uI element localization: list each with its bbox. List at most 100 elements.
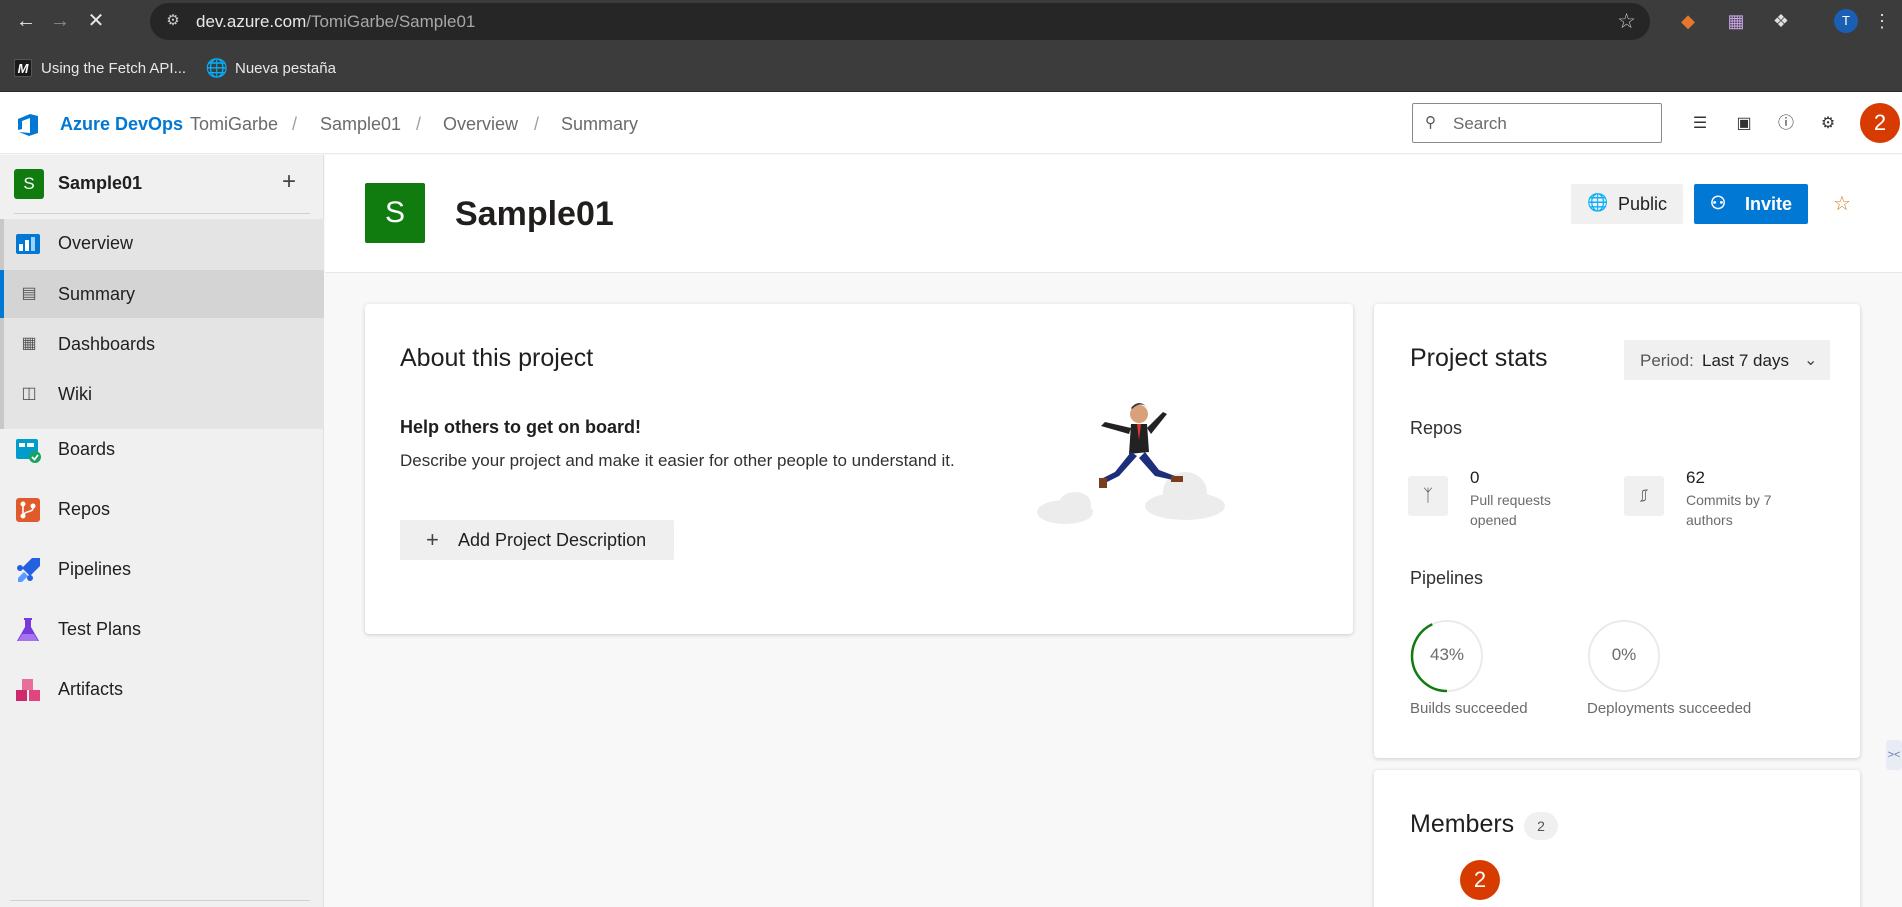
add-description-label: Add Project Description [458,530,647,550]
members-count-badge: 2 [1524,812,1558,840]
stats-title: Project stats [1410,344,1548,372]
user-avatar[interactable]: 2 [1860,103,1900,143]
metamask-extension-icon[interactable]: ◆ [1676,9,1700,33]
bookmark-label: Using the Fetch API... [41,59,187,77]
repos-icon [16,498,40,522]
sidebar-item-overview[interactable]: Overview [0,219,324,267]
boards-icon [16,439,41,463]
project-avatar: S [365,183,425,243]
about-project-card: About this project Help others to get on… [365,304,1353,634]
breadcrumb-project[interactable]: Sample01 [320,114,401,135]
project-avatar: S [14,169,44,199]
sidebar-divider [10,900,310,901]
sidebar-item-dashboards[interactable]: ▦ Dashboards [0,320,324,368]
user-settings-icon[interactable]: ⚙ [1816,112,1840,136]
search-input[interactable]: ⚲ Search [1412,103,1662,143]
address-url[interactable]: dev.azure.com/TomiGarbe/Sample01 [196,12,475,32]
pull-requests-desc: Pull requests opened [1470,492,1551,528]
invite-people-icon: ⚇ [1710,193,1727,213]
bookmark-label: Nueva pestaña [235,59,336,77]
commit-icon: ⎎ [1624,476,1664,516]
browser-toolbar: ← → ✕ ⚙ dev.azure.com/TomiGarbe/Sample01… [0,0,1902,43]
sidebar-item-label: Pipelines [58,559,132,579]
help-icon[interactable]: ⓘ [1774,112,1798,136]
extension-icon[interactable]: ▦ [1724,9,1748,33]
sidebar-item-pipelines[interactable]: Pipelines [0,545,324,593]
period-value: Last 7 days [1702,351,1789,370]
breadcrumb-organization[interactable]: TomiGarbe [190,114,278,135]
sidebar: S Sample01 + Overview ▤ Summary ▦ Dashbo… [0,155,324,907]
public-label: Public [1618,194,1668,214]
back-arrow-icon[interactable]: ← [14,9,38,33]
search-placeholder: Search [1453,114,1507,133]
sidebar-project-name[interactable]: Sample01 [58,173,142,194]
members-title: Members [1410,810,1515,838]
sidebar-item-repos[interactable]: Repos [0,485,324,533]
url-host: dev.azure.com [196,12,307,31]
wiki-book-icon: ◫ [21,385,37,402]
globe-icon: 🌐 [205,57,229,78]
add-plus-icon[interactable]: + [282,168,296,196]
help-title: Help others to get on board! [400,417,641,437]
sidebar-item-label: Overview [58,233,134,253]
sidebar-project-header[interactable]: S Sample01 + [0,155,324,213]
sidebar-item-summary[interactable]: ▤ Summary [0,270,324,318]
bookmarks-bar: M Using the Fetch API... 🌐 Nueva pestaña [0,43,1902,92]
sidebar-item-label: Dashboards [58,334,156,354]
bookmark-star-icon[interactable]: ☆ [1617,9,1636,34]
builds-percent: 43% [1429,645,1465,664]
sidebar-item-label: Wiki [58,384,92,404]
work-items-list-icon[interactable]: ☰ [1688,112,1712,136]
deployments-percent: 0% [1611,645,1637,664]
public-visibility-button[interactable]: 🌐 Public [1571,184,1683,224]
mdn-icon: M [14,59,32,77]
url-path: /TomiGarbe/Sample01 [306,12,476,31]
bookmark-fetch-api[interactable]: M Using the Fetch API... [14,57,186,79]
commits-count[interactable]: 62 [1686,468,1705,488]
sidebar-divider [14,213,310,214]
brand-name[interactable]: Azure DevOps [60,114,183,135]
sidebar-item-label: Repos [58,499,111,519]
breadcrumb-overview[interactable]: Overview [443,114,518,135]
azure-devops-logo-icon[interactable] [16,112,42,138]
app-header: Azure DevOps TomiGarbe / Sample01 / Over… [0,92,1902,154]
project-stats-card: Project stats Period: Last 7 days ⌄ Repo… [1374,304,1860,758]
sidebar-item-label: Test Plans [58,619,142,639]
member-avatar[interactable]: 2 [1460,860,1500,900]
sidebar-item-label: Artifacts [58,679,124,699]
sidebar-item-artifacts[interactable]: Artifacts [0,665,324,713]
members-card: Members 2 2 [1374,770,1860,907]
favorite-star-icon[interactable]: ☆ [1833,191,1851,216]
breadcrumb-summary[interactable]: Summary [561,114,638,135]
period-dropdown[interactable]: Period: Last 7 days ⌄ [1624,340,1830,380]
bookmark-new-tab[interactable]: 🌐 Nueva pestaña [205,57,336,79]
project-header: S Sample01 🌐 Public ⚇ Invite ☆ [325,155,1902,273]
address-bar[interactable]: ⚙ dev.azure.com/TomiGarbe/Sample01 ☆ [150,3,1650,40]
profile-avatar[interactable]: T [1834,9,1858,33]
breadcrumb-separator: / [534,114,540,134]
globe-icon: 🌐 [1587,193,1609,212]
artifacts-icon [16,679,40,701]
sidebar-item-label: Boards [58,439,116,459]
add-project-description-button[interactable]: + Add Project Description [400,520,674,560]
forward-arrow-icon[interactable]: → [48,9,72,33]
search-icon: ⚲ [1425,114,1436,131]
invite-button[interactable]: ⚇ Invite [1694,184,1808,224]
sidebar-item-test-plans[interactable]: Test Plans [0,605,324,653]
selected-indicator [0,270,4,318]
stop-loading-icon[interactable]: ✕ [84,9,108,33]
pipelines-icon [17,558,40,582]
side-panel-toggle-icon[interactable]: >< [1886,740,1902,770]
extensions-puzzle-icon[interactable]: ❖ [1769,9,1793,33]
chevron-down-icon: ⌄ [1804,352,1818,369]
more-menu-icon[interactable]: ⋮ [1870,9,1894,33]
site-settings-icon[interactable]: ⚙ [163,11,183,31]
sidebar-item-wiki[interactable]: ◫ Wiki [0,370,324,418]
breadcrumb-separator: / [416,114,422,134]
sidebar-item-boards[interactable]: Boards [0,425,324,473]
pull-requests-count[interactable]: 0 [1470,468,1479,488]
summary-icon: ▤ [21,285,37,302]
breadcrumb-separator: / [292,114,298,134]
overview-icon [16,234,40,254]
marketplace-bag-icon[interactable]: ▣ [1732,112,1756,136]
